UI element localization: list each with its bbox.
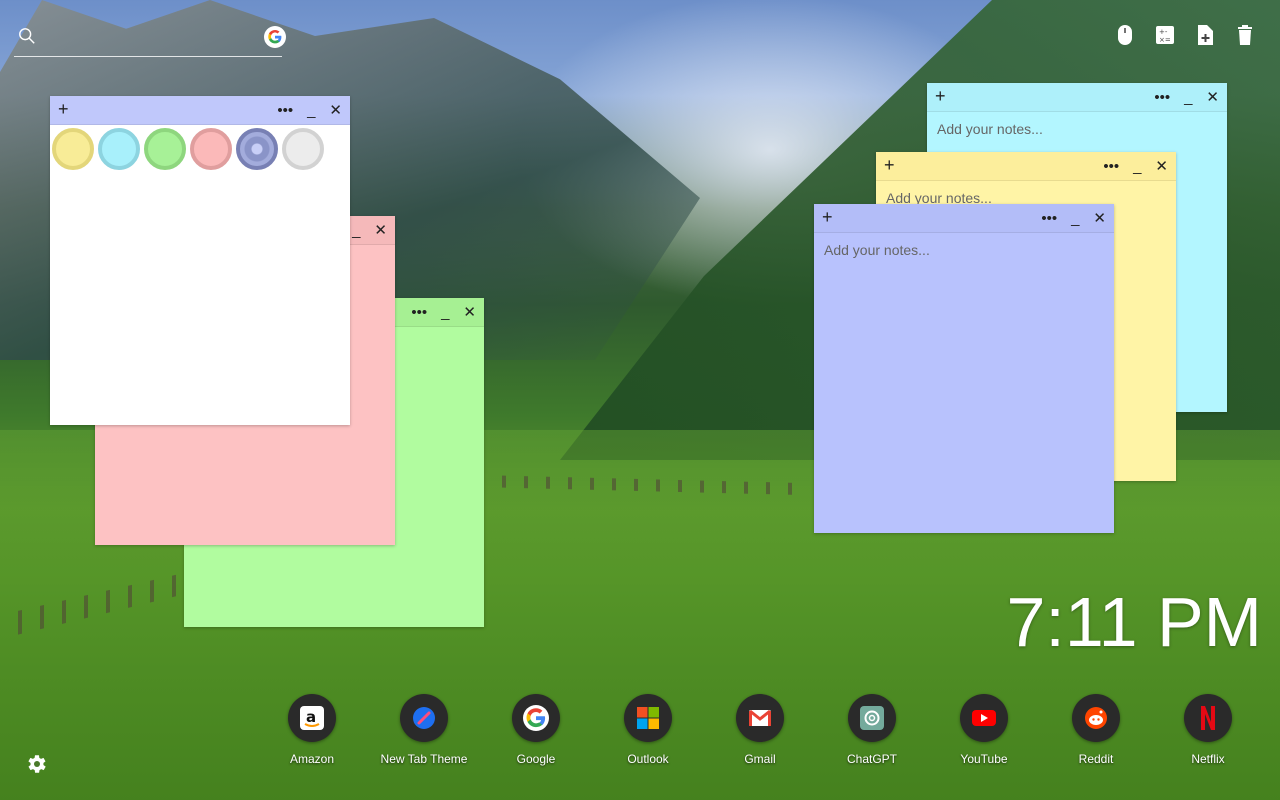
shortcut-label: Netflix	[1191, 752, 1225, 766]
netflix-icon	[1184, 694, 1232, 742]
clock: 7:11 PM	[1006, 583, 1263, 661]
add-note-button[interactable]: +	[884, 155, 895, 176]
color-palette	[50, 125, 350, 173]
youtube-icon	[960, 694, 1008, 742]
shortcut-chatgpt[interactable]: ChatGPT	[816, 694, 928, 766]
minimize-icon[interactable]: _	[1133, 158, 1141, 175]
amazon-icon: a	[288, 694, 336, 742]
close-icon[interactable]: ✕	[463, 303, 476, 321]
shortcut-netflix[interactable]: Netflix	[1152, 694, 1264, 766]
close-icon[interactable]: ✕	[1093, 209, 1106, 227]
add-note-button[interactable]: +	[822, 207, 833, 228]
minimize-icon[interactable]: _	[307, 102, 315, 119]
shortcut-label: ChatGPT	[846, 752, 897, 766]
shortcut-label: Gmail	[744, 752, 776, 766]
shortcut-amazon[interactable]: a Amazon	[256, 694, 368, 766]
more-options-icon[interactable]: •••	[277, 102, 293, 119]
more-options-icon[interactable]: •••	[1154, 89, 1170, 106]
shortcut-new-tab-theme[interactable]: New Tab Theme	[368, 694, 480, 766]
google-icon	[512, 694, 560, 742]
search-bar[interactable]	[14, 24, 286, 57]
add-note-icon[interactable]	[1194, 24, 1216, 46]
minimize-icon[interactable]: _	[1071, 210, 1079, 227]
reddit-icon	[1072, 694, 1120, 742]
shortcut-outlook[interactable]: Outlook	[592, 694, 704, 766]
add-note-button[interactable]: +	[58, 99, 69, 120]
svg-text:a: a	[306, 708, 316, 726]
shortcut-label: YouTube	[960, 752, 1008, 766]
note-header[interactable]: + ••• _ ✕	[50, 96, 350, 125]
shortcut-reddit[interactable]: Reddit	[1040, 694, 1152, 766]
note-header[interactable]: + ••• _ ✕	[814, 204, 1114, 233]
color-swatch-gray[interactable]	[282, 128, 324, 170]
note-header[interactable]: + ••• _ ✕	[876, 152, 1176, 181]
shortcut-label: Google	[516, 752, 556, 766]
close-icon[interactable]: ✕	[374, 221, 387, 239]
outlook-icon	[624, 694, 672, 742]
note-text-area[interactable]: Add your notes...	[814, 233, 1114, 267]
more-options-icon[interactable]: •••	[1041, 210, 1057, 227]
new-tab-theme-icon	[400, 694, 448, 742]
svg-text:+-: +-	[1159, 28, 1168, 36]
note-text-area[interactable]: Add your notes...	[927, 112, 1227, 146]
shortcut-google[interactable]: Google	[480, 694, 592, 766]
shortcut-label: Amazon	[289, 752, 335, 766]
sticky-note-color-picker[interactable]: + ••• _ ✕	[50, 96, 350, 425]
close-icon[interactable]: ✕	[329, 101, 342, 119]
search-icon	[19, 28, 35, 44]
color-swatch-yellow[interactable]	[52, 128, 94, 170]
more-options-icon[interactable]: •••	[1103, 158, 1119, 175]
close-icon[interactable]: ✕	[1155, 157, 1168, 175]
color-swatch-blue-selected[interactable]	[236, 128, 278, 170]
mouse-icon[interactable]	[1114, 24, 1136, 46]
color-swatch-green[interactable]	[144, 128, 186, 170]
gmail-icon	[736, 694, 784, 742]
svg-text:×=: ×=	[1159, 36, 1171, 44]
google-search-icon[interactable]	[264, 26, 286, 48]
more-options-icon[interactable]: •••	[411, 304, 427, 321]
calculator-icon[interactable]: +- ×=	[1154, 24, 1176, 46]
shortcut-label: Reddit	[1078, 752, 1114, 766]
top-toolbar: +- ×=	[1114, 24, 1256, 46]
add-note-button[interactable]: +	[935, 86, 946, 107]
shortcut-label: New Tab Theme	[380, 752, 468, 766]
note-header[interactable]: + ••• _ ✕	[927, 83, 1227, 112]
sticky-note-blue[interactable]: + ••• _ ✕ Add your notes...	[814, 204, 1114, 533]
shortcut-label: Outlook	[627, 752, 669, 766]
chatgpt-icon	[848, 694, 896, 742]
minimize-icon[interactable]: _	[352, 222, 360, 239]
trash-icon[interactable]	[1234, 24, 1256, 46]
minimize-icon[interactable]: _	[1184, 89, 1192, 106]
color-swatch-cyan[interactable]	[98, 128, 140, 170]
color-swatch-pink[interactable]	[190, 128, 232, 170]
shortcut-youtube[interactable]: YouTube	[928, 694, 1040, 766]
minimize-icon[interactable]: _	[441, 304, 449, 321]
shortcut-dock: a Amazon New Tab Theme Google Outlook Gm	[256, 694, 1264, 774]
close-icon[interactable]: ✕	[1206, 88, 1219, 106]
settings-gear-icon[interactable]	[24, 752, 48, 776]
shortcut-gmail[interactable]: Gmail	[704, 694, 816, 766]
